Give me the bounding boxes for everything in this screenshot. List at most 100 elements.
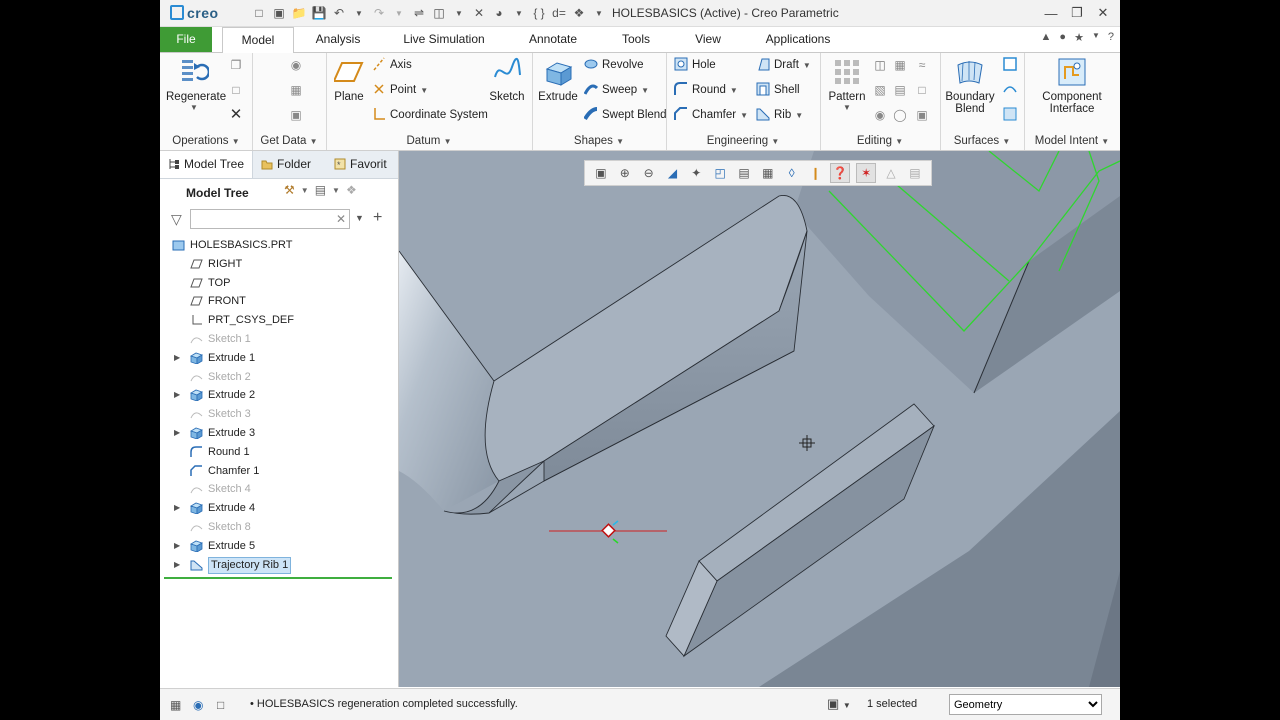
braces-icon[interactable]: { }: [530, 4, 548, 22]
tree-search-input[interactable]: [190, 209, 350, 229]
regenerate-dropdown-icon[interactable]: ▼: [166, 103, 222, 112]
rib-dropdown-icon[interactable]: ▼: [795, 111, 803, 120]
draft-dropdown-icon[interactable]: ▼: [803, 61, 811, 70]
delete-icon[interactable]: ✕: [228, 107, 244, 123]
trim-icon[interactable]: ▧: [872, 82, 888, 98]
boundary-blend-button[interactable]: Boundary Blend: [942, 57, 998, 115]
restore-icon[interactable]: ❐: [1066, 3, 1088, 23]
tab-model[interactable]: Model: [222, 27, 294, 54]
insert-here-indicator[interactable]: [164, 577, 392, 579]
window-icon[interactable]: ◫: [430, 4, 448, 22]
rib-button[interactable]: Rib ▼: [756, 106, 803, 124]
user-defined-feature-icon[interactable]: ◉: [288, 57, 304, 73]
tab-folder-browser[interactable]: Folder: [253, 151, 325, 178]
surfaces-label[interactable]: Surfaces ▼: [940, 135, 1024, 147]
tree-item[interactable]: Round 1: [160, 443, 398, 462]
tree-item[interactable]: Sketch 3: [160, 405, 398, 424]
chamfer-dropdown-icon[interactable]: ▼: [740, 111, 748, 120]
expand-arrow-icon[interactable]: ▶: [174, 424, 180, 443]
tree-item[interactable]: Sketch 1: [160, 330, 398, 349]
refit-icon[interactable]: ▣: [592, 164, 610, 182]
tree-item[interactable]: RIGHT: [160, 255, 398, 274]
saved-views-icon[interactable]: ▤: [735, 164, 753, 182]
display-style-icon[interactable]: ◰: [711, 164, 729, 182]
tree-item[interactable]: Chamfer 1: [160, 462, 398, 481]
copy-geometry-icon[interactable]: ▦: [288, 82, 304, 98]
tab-live-simulation[interactable]: Live Simulation: [394, 27, 494, 52]
undo-icon[interactable]: ↶: [330, 4, 348, 22]
extrude-button[interactable]: Extrude: [536, 57, 580, 103]
view-manager-icon[interactable]: ▦: [759, 164, 777, 182]
tree-item[interactable]: Sketch 4: [160, 480, 398, 499]
component-interface-button[interactable]: Component Interface: [1030, 57, 1114, 115]
new-file-icon[interactable]: □: [250, 4, 268, 22]
extend-icon[interactable]: ▦: [892, 57, 908, 73]
mirror-icon[interactable]: ◫: [872, 57, 888, 73]
round-dropdown-icon[interactable]: ▼: [730, 86, 738, 95]
view-normal-icon[interactable]: △: [882, 164, 900, 182]
axis-button[interactable]: Axis: [372, 56, 412, 74]
show-columns-icon[interactable]: ▤: [315, 183, 326, 197]
expand-arrow-icon[interactable]: ▶: [174, 537, 180, 556]
settings-hammer-icon[interactable]: ⚒: [284, 183, 295, 197]
freestyle-icon[interactable]: [1002, 107, 1018, 123]
fullscreen-icon[interactable]: □: [217, 698, 231, 712]
hole-button[interactable]: Hole: [674, 56, 716, 74]
panel-options-icon[interactable]: ❖: [346, 183, 357, 197]
shapes-label[interactable]: Shapes ▼: [532, 135, 666, 147]
tab-tools[interactable]: Tools: [612, 27, 660, 52]
get-data-label[interactable]: Get Data ▼: [252, 135, 326, 147]
shell-button[interactable]: Shell: [756, 81, 800, 99]
selection-filter-dropdown[interactable]: Geometry: [949, 694, 1102, 715]
browser-icon[interactable]: ◉: [193, 698, 207, 712]
engineering-label[interactable]: Engineering ▼: [666, 135, 820, 147]
learning-dropdown-icon[interactable]: ▼: [1092, 31, 1100, 44]
coordinate-system-button[interactable]: Coordinate System: [372, 106, 488, 124]
point-button[interactable]: Point ▼: [372, 81, 428, 99]
display-dropdown-icon[interactable]: ▼: [510, 4, 528, 22]
display-style-icon[interactable]: ◕: [490, 4, 508, 22]
intersect-icon[interactable]: ▤: [892, 82, 908, 98]
sketch-button[interactable]: Sketch: [484, 57, 530, 103]
round-button[interactable]: Round ▼: [674, 81, 738, 99]
datum-display-icon[interactable]: ❙: [807, 164, 825, 182]
tree-item[interactable]: ▶ Extrude 3: [160, 424, 398, 443]
tree-item[interactable]: ▶ Extrude 1: [160, 349, 398, 368]
solidify-icon[interactable]: ▣: [914, 107, 930, 123]
undo-dropdown-icon[interactable]: ▼: [350, 4, 368, 22]
close-window-icon[interactable]: ✕: [470, 4, 488, 22]
chamfer-button[interactable]: Chamfer ▼: [674, 106, 748, 124]
tree-item[interactable]: Sketch 2: [160, 368, 398, 387]
point-dropdown-icon[interactable]: ▼: [420, 86, 428, 95]
tab-applications[interactable]: Applications: [756, 27, 840, 52]
clear-search-icon[interactable]: ✕: [336, 212, 346, 226]
tab-annotate[interactable]: Annotate: [518, 27, 588, 52]
thicken-icon[interactable]: ◯: [892, 107, 908, 123]
tab-favorites[interactable]: * Favorit: [326, 151, 398, 178]
pattern-button[interactable]: Pattern ▼: [824, 57, 870, 112]
show-dropdown-icon[interactable]: ▼: [332, 186, 340, 197]
save-icon[interactable]: 💾: [310, 4, 328, 22]
tree-item[interactable]: TOP: [160, 274, 398, 293]
redo-icon[interactable]: ↷: [370, 4, 388, 22]
filter-icon[interactable]: ▽: [171, 211, 182, 228]
spin-toggle-icon[interactable]: ✶: [856, 163, 877, 183]
zoom-out-icon[interactable]: ⊖: [640, 164, 658, 182]
expand-arrow-icon[interactable]: ▶: [174, 349, 180, 368]
regenerate-button[interactable]: Regenerate ▼: [166, 57, 226, 112]
plane-button[interactable]: Plane: [330, 57, 368, 103]
sweep-dropdown-icon[interactable]: ▼: [641, 86, 649, 95]
tab-file[interactable]: File: [160, 27, 212, 52]
tree-item[interactable]: ▶ Extrude 4: [160, 499, 398, 518]
model-intent-label[interactable]: Model Intent ▼: [1024, 135, 1120, 147]
hidden-line-icon[interactable]: ▤: [906, 164, 924, 182]
tree-item[interactable]: PRT_CSYS_DEF: [160, 311, 398, 330]
style-icon[interactable]: [1002, 82, 1018, 98]
datum-label[interactable]: Datum ▼: [326, 135, 532, 147]
selection-filter-icon[interactable]: ▣ ▼: [827, 696, 851, 712]
open-folder-icon[interactable]: 📁: [290, 4, 308, 22]
paste-icon[interactable]: □: [228, 82, 244, 98]
minimize-ribbon-icon[interactable]: ▲: [1041, 31, 1052, 44]
fill-icon[interactable]: [1002, 57, 1018, 73]
tree-item[interactable]: ▶ Extrude 2: [160, 386, 398, 405]
